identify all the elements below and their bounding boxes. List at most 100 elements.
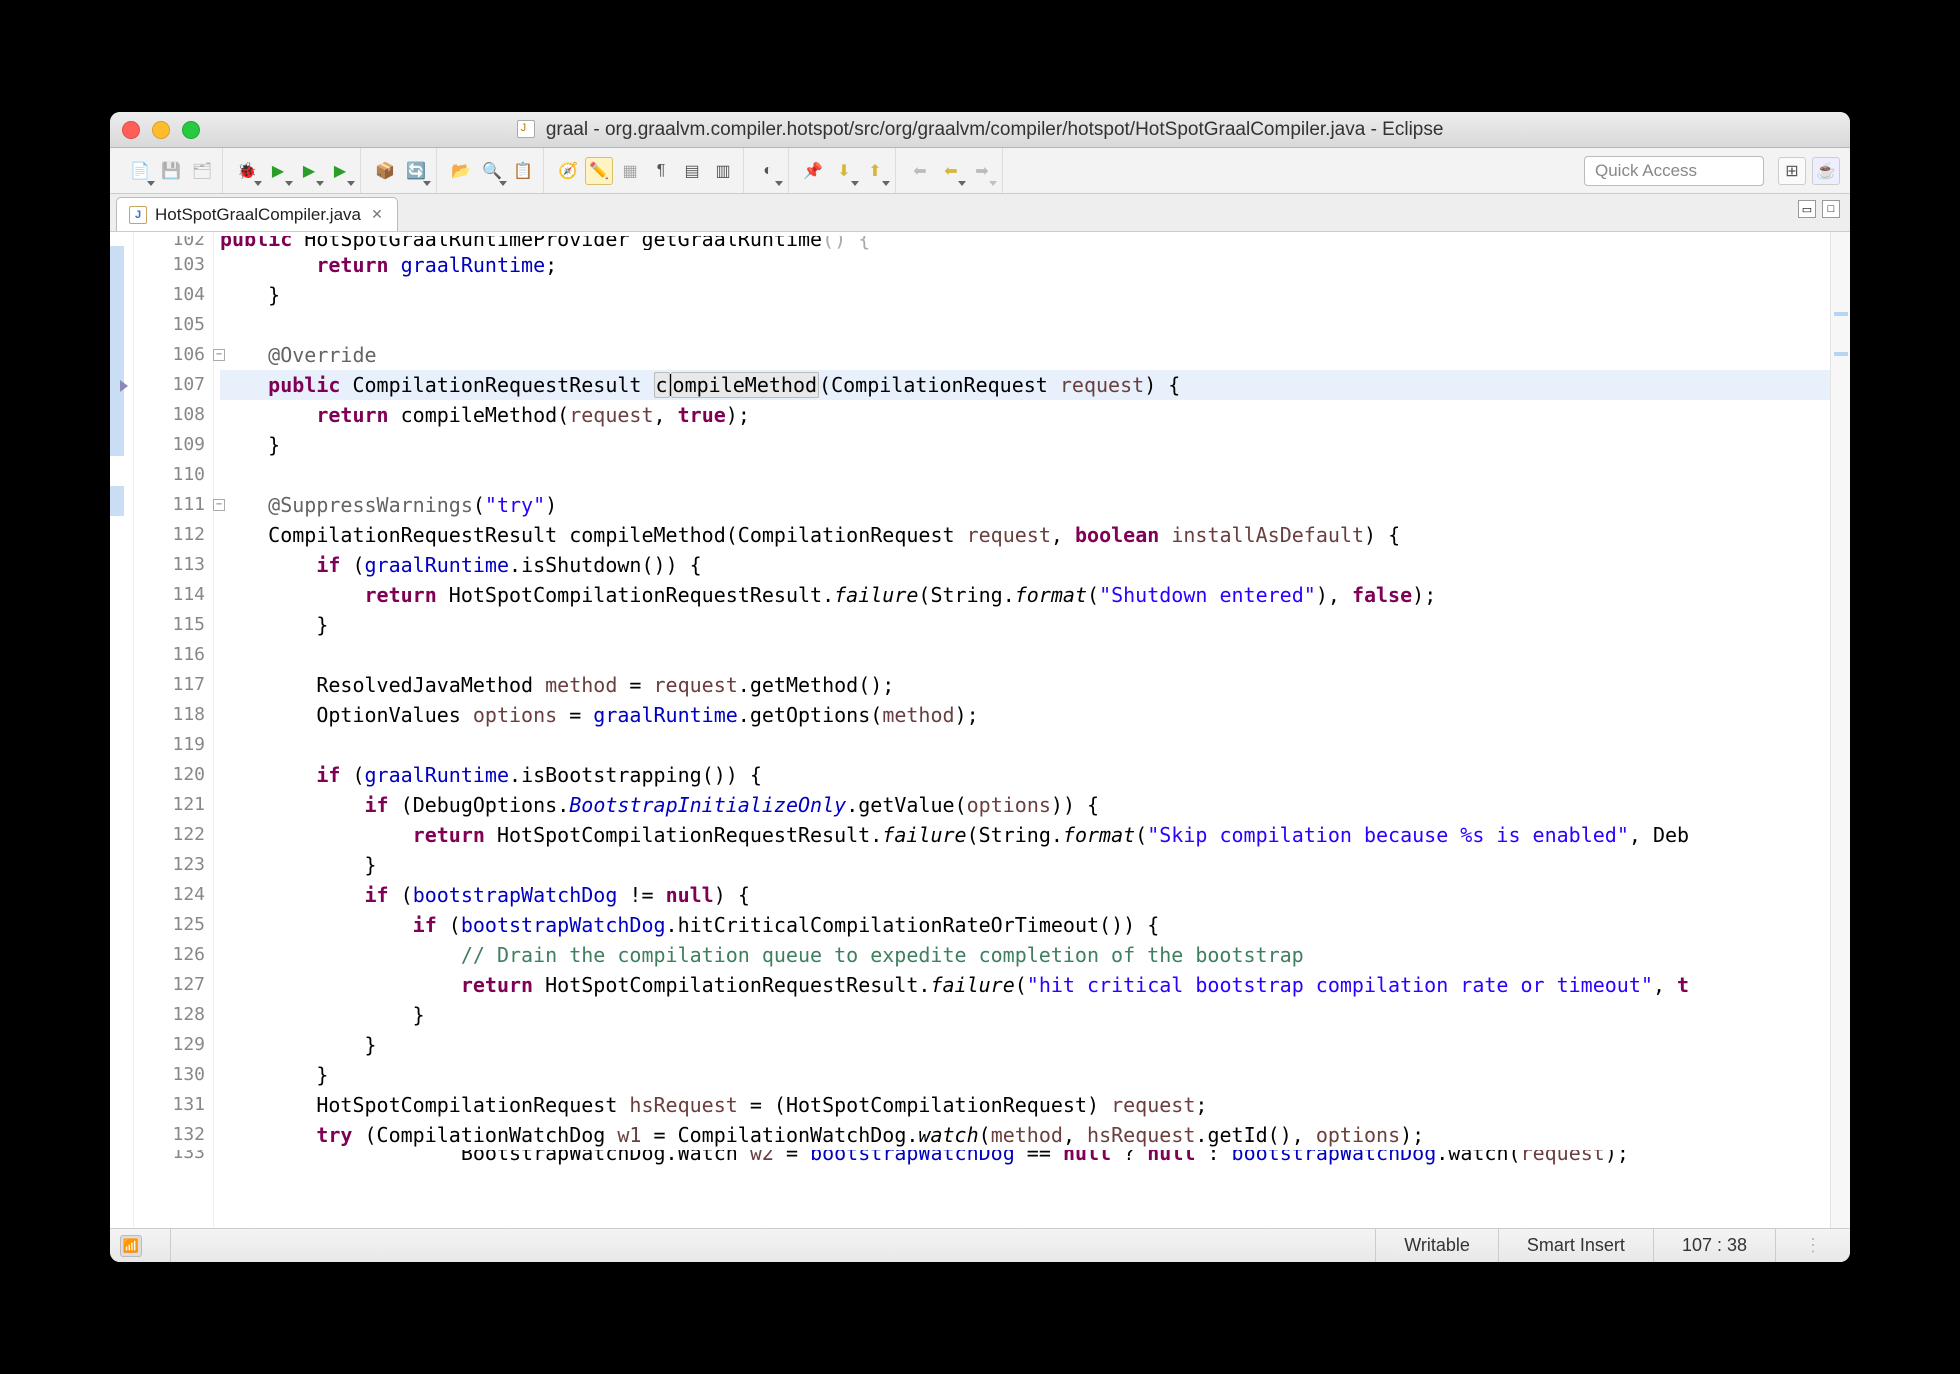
feed-icon[interactable]: 📶 — [120, 1235, 142, 1257]
line-number: 118 — [134, 700, 205, 730]
java-perspective-button[interactable]: ☕ — [1812, 157, 1840, 185]
code-line[interactable]: HotSpotCompilationRequest hsRequest = (H… — [220, 1090, 1830, 1120]
code-line[interactable]: if (graalRuntime.isBootstrapping()) { — [220, 760, 1830, 790]
back-button[interactable]: ⬅ — [937, 157, 965, 185]
override-marker-icon — [120, 380, 128, 392]
fold-toggle-icon[interactable]: − — [213, 499, 225, 511]
code-line[interactable]: return graalRuntime; — [220, 250, 1830, 280]
toggle-breadcrumb-button[interactable]: 🧭 — [554, 157, 582, 185]
code-line[interactable] — [220, 640, 1830, 670]
code-line[interactable]: OptionValues options = graalRuntime.getO… — [220, 700, 1830, 730]
line-number: 104 — [134, 280, 205, 310]
toggle-block-selection-button[interactable]: ▦ — [616, 157, 644, 185]
forward-button[interactable]: ➡ — [968, 157, 996, 185]
code-line[interactable]: } — [220, 1060, 1830, 1090]
debug-button[interactable]: 🐞 — [233, 157, 261, 185]
line-number: 117 — [134, 670, 205, 700]
editor-tab-label: HotSpotGraalCompiler.java — [155, 205, 361, 225]
editor-tabbar: J HotSpotGraalCompiler.java ✕ ▭ □ — [110, 194, 1850, 232]
line-number: 131 — [134, 1090, 205, 1120]
new-button[interactable]: 📄 — [126, 157, 154, 185]
line-number: 124 — [134, 880, 205, 910]
next-annotation-button[interactable]: ⬇ — [830, 157, 858, 185]
minimize-view-button[interactable]: ▭ — [1798, 200, 1816, 218]
line-number: 116 — [134, 640, 205, 670]
titlebar: graal - org.graalvm.compiler.hotspot/src… — [110, 112, 1850, 148]
code-line[interactable]: try (CompilationWatchDog w1 = Compilatio… — [220, 1120, 1830, 1150]
editor-tab-active[interactable]: J HotSpotGraalCompiler.java ✕ — [116, 197, 398, 231]
code-line[interactable]: if (bootstrapWatchDog.hitCriticalCompila… — [220, 910, 1830, 940]
code-line[interactable]: if (DebugOptions.BootstrapInitializeOnly… — [220, 790, 1830, 820]
line-number: 120 — [134, 760, 205, 790]
java-file-icon — [517, 120, 535, 138]
show-whitespace-button[interactable]: ¶ — [647, 157, 675, 185]
line-number: 115 — [134, 610, 205, 640]
line-number: 110 — [134, 460, 205, 490]
code-line[interactable]: if (bootstrapWatchDog != null) { — [220, 880, 1830, 910]
line-number: 103 — [134, 250, 205, 280]
code-line[interactable]: public CompilationRequestResult compileM… — [220, 370, 1830, 400]
line-number: 133 — [134, 1150, 205, 1166]
code-line[interactable]: public HotSpotGraalRuntimeProvider getGr… — [220, 236, 1830, 250]
line-number: 114 — [134, 580, 205, 610]
show-selected-element-button[interactable]: ▤ — [678, 157, 706, 185]
show-source-button[interactable]: ▥ — [709, 157, 737, 185]
code-line[interactable] — [220, 310, 1830, 340]
status-writable: Writable — [1375, 1229, 1498, 1262]
line-number: 128 — [134, 1000, 205, 1030]
change-marker — [110, 486, 124, 516]
fold-toggle-icon[interactable]: − — [213, 349, 225, 361]
code-line[interactable]: } — [220, 610, 1830, 640]
status-cursor-position: 107 : 38 — [1653, 1229, 1775, 1262]
change-marker — [110, 246, 124, 456]
run-button[interactable]: ▶ — [264, 157, 292, 185]
code-line[interactable]: BootstrapWatchDog.Watch w2 = bootstrapWa… — [220, 1150, 1830, 1166]
run-last-button[interactable]: ▶ — [326, 157, 354, 185]
code-line[interactable]: } — [220, 1000, 1830, 1030]
code-line[interactable]: return HotSpotCompilationRequestResult.f… — [220, 820, 1830, 850]
line-number: 130 — [134, 1060, 205, 1090]
code-line[interactable]: ResolvedJavaMethod method = request.getM… — [220, 670, 1830, 700]
line-number: 113 — [134, 550, 205, 580]
open-perspective-button[interactable]: ⊞ — [1778, 157, 1806, 185]
new-java-class-button[interactable]: ◐ — [754, 157, 782, 185]
line-number: 125 — [134, 910, 205, 940]
code-line[interactable]: // Drain the compilation queue to expedi… — [220, 940, 1830, 970]
code-line[interactable]: if (graalRuntime.isShutdown()) { — [220, 550, 1830, 580]
nav-back-disabled-button: ⬅ — [906, 157, 934, 185]
open-type-button[interactable]: 📂 — [447, 157, 475, 185]
line-number: 129 — [134, 1030, 205, 1060]
line-number: 107 — [134, 370, 205, 400]
line-number: 126 — [134, 940, 205, 970]
code-line[interactable]: } — [220, 280, 1830, 310]
prev-annotation-button[interactable]: ⬆ — [861, 157, 889, 185]
code-line[interactable]: @SuppressWarnings("try") — [220, 490, 1830, 520]
code-line[interactable]: } — [220, 850, 1830, 880]
code-area[interactable]: public HotSpotGraalRuntimeProvider getGr… — [214, 232, 1830, 1228]
code-line[interactable]: @Override — [220, 340, 1830, 370]
new-type-button[interactable]: 🔄 — [402, 157, 430, 185]
save-all-button[interactable]: 🗂 — [188, 157, 216, 185]
code-line[interactable]: return compileMethod(request, true); — [220, 400, 1830, 430]
search-button[interactable]: 🔍 — [478, 157, 506, 185]
line-number: 122 — [134, 820, 205, 850]
open-task-button[interactable]: 📋 — [509, 157, 537, 185]
line-number: 127 — [134, 970, 205, 1000]
close-tab-icon[interactable]: ✕ — [369, 207, 385, 223]
code-line[interactable] — [220, 460, 1830, 490]
toggle-mark-occurrences-button[interactable]: ✏️ — [585, 157, 613, 185]
code-line[interactable]: return HotSpotCompilationRequestResult.f… — [220, 580, 1830, 610]
code-line[interactable]: CompilationRequestResult compileMethod(C… — [220, 520, 1830, 550]
code-editor[interactable]: 102103104105106−107108109110111−11211311… — [110, 232, 1850, 1228]
overview-ruler[interactable] — [1830, 232, 1850, 1228]
code-line[interactable] — [220, 730, 1830, 760]
maximize-view-button[interactable]: □ — [1822, 200, 1840, 218]
code-line[interactable]: } — [220, 430, 1830, 460]
quick-access-input[interactable]: Quick Access — [1584, 156, 1764, 186]
coverage-button[interactable]: ▶ — [295, 157, 323, 185]
code-line[interactable]: return HotSpotCompilationRequestResult.f… — [220, 970, 1830, 1000]
save-button[interactable]: 💾 — [157, 157, 185, 185]
new-package-button[interactable]: 📦 — [371, 157, 399, 185]
code-line[interactable]: } — [220, 1030, 1830, 1060]
pin-editor-button[interactable]: 📌 — [799, 157, 827, 185]
